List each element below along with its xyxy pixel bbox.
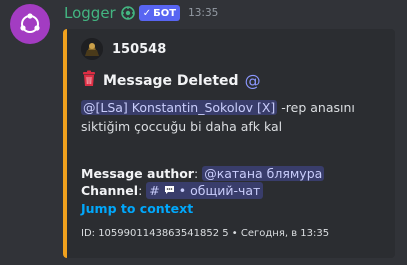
user-mention[interactable]: @[LSa] Konstantin_Sokolov [X] (81, 100, 278, 115)
channel-hash-icon: # (149, 183, 160, 198)
embed-author: 150548 (81, 38, 166, 60)
shield-emblem-icon (120, 6, 135, 20)
author-field-colon: : (193, 166, 199, 181)
channel-name: • общий-чат (178, 183, 261, 198)
embed-title: Message Deleted @ (81, 70, 261, 91)
logger-logo-icon (20, 13, 40, 33)
embed-footer: ID: 1059901143863541852 5 • Сегодня, в 1… (81, 228, 330, 239)
bot-badge: ✓ БОТ (138, 5, 181, 21)
jump-to-context-link[interactable]: Jump to context (81, 200, 193, 217)
channel-field: Channel: # • общий-чат (81, 182, 391, 199)
speech-bubble-icon (164, 182, 175, 199)
message-timestamp[interactable]: 13:35 (188, 7, 218, 19)
deleted-message-content: @[LSa] Konstantin_Sokolov [X] -rep anası… (81, 98, 391, 136)
author-avatar[interactable] (81, 38, 103, 60)
title-mention-symbol: @ (244, 71, 261, 90)
bot-badge-label: БОТ (153, 7, 177, 19)
author-field: Message author: @катана блямура (81, 165, 391, 182)
embed-title-text: Message Deleted (103, 72, 239, 89)
embed-fields: Message author: @катана блямура Channel:… (81, 165, 391, 217)
embed-author-name: 150548 (112, 41, 167, 57)
channel-field-colon: : (138, 183, 143, 198)
channel-field-label: Channel (81, 183, 139, 198)
message-header: Logger ✓ БОТ 13:35 (64, 2, 218, 24)
log-embed: 150548 Message Deleted @ @[LSa] Konstant… (63, 29, 395, 258)
bot-username[interactable]: Logger (64, 4, 116, 22)
checkmark-icon: ✓ (142, 7, 152, 19)
author-field-label: Message author (81, 166, 194, 181)
bot-avatar[interactable] (10, 4, 50, 44)
author-mention[interactable]: @катана блямура (202, 166, 325, 181)
trash-icon (81, 70, 97, 91)
channel-mention[interactable]: # • общий-чат (146, 182, 264, 199)
